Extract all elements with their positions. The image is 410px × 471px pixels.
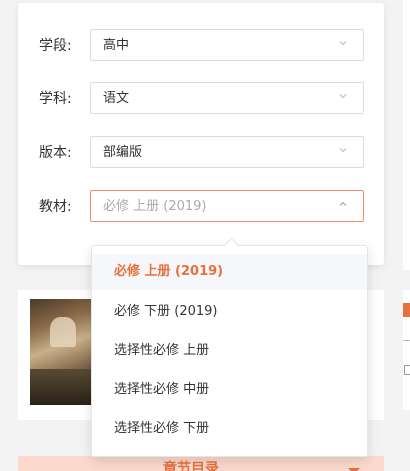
edition-label: 版本: [39,145,72,161]
stage-value: 高中 [103,38,130,53]
edition-select[interactable]: 部编版 [90,136,364,168]
dropdown-option[interactable]: 必修 上册 (2019) [92,254,367,290]
dropdown-option[interactable]: 必修 下册 (2019) [92,294,367,330]
textbook-label: 教材: [39,199,72,215]
textbook-value: 必修 上册 (2019) [103,199,207,214]
textbook-select[interactable]: 必修 上册 (2019) [90,190,364,222]
stage-select[interactable]: 高中 [90,29,364,61]
filter-card: 学段: 高中 学科: 语文 版本: 部编版 教材: 必修 上册 (2019) [18,3,384,265]
chevron-down-icon [339,41,347,46]
subject-label: 学科: [39,91,72,107]
chevron-down-icon [339,148,347,153]
chevron-down-icon [339,94,347,99]
dropdown-option[interactable]: 选择性必修 下册 [92,411,367,447]
textbook-dropdown: 必修 上册 (2019) 必修 下册 (2019) 选择性必修 上册 选择性必修… [91,237,368,457]
dropdown-option[interactable]: 选择性必修 上册 [92,333,367,369]
chapter-list-bar[interactable]: 章节目录 [18,456,384,471]
chapter-list-label: 章节目录 [163,461,219,471]
filter-row-edition: 版本: 部编版 [18,136,384,170]
stage-label: 学段: [39,38,72,54]
side-divider [403,340,410,341]
edition-value: 部编版 [103,145,143,160]
filter-row-subject: 学科: 语文 [18,82,384,116]
filter-row-textbook: 教材: 必修 上册 (2019) [18,190,384,224]
side-accent-mark [403,303,410,317]
cover-figure [50,317,76,347]
dropdown-option[interactable]: 选择性必修 中册 [92,372,367,408]
side-panel [403,0,410,270]
subject-value: 语文 [103,91,130,106]
subject-select[interactable]: 语文 [90,82,364,114]
chevron-up-icon [339,201,347,206]
filter-row-stage: 学段: 高中 [18,29,384,63]
book-cover-image[interactable] [30,299,94,405]
cover-ground [30,369,94,405]
side-checkbox[interactable] [404,365,410,375]
